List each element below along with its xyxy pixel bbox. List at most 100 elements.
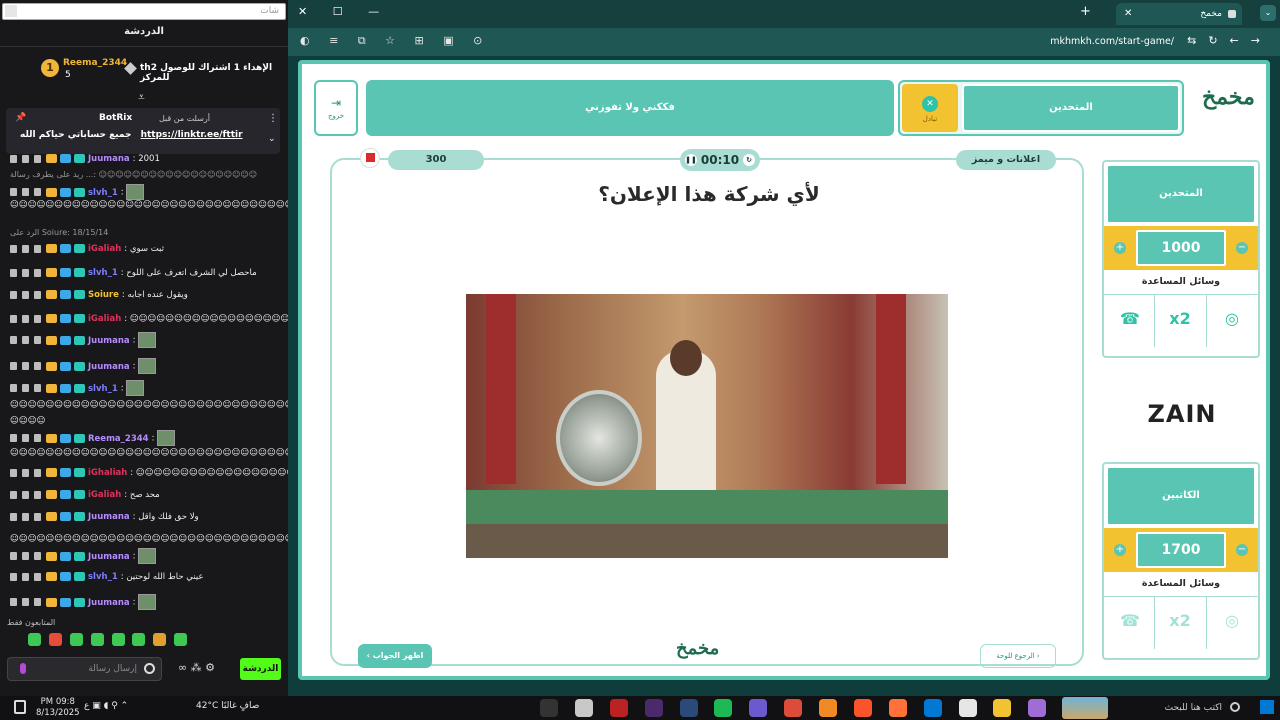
trash-icon[interactable]	[10, 154, 17, 163]
pause-icon[interactable]: ❚❚	[685, 154, 697, 166]
minus-icon[interactable]: −	[1236, 242, 1248, 254]
trash-icon[interactable]	[10, 512, 17, 521]
chat-search-input[interactable]: شات	[2, 3, 286, 20]
clock[interactable]: PM 09:8 8/13/2025	[36, 697, 80, 719]
back-to-board-button[interactable]: الرجوع للوحة ›	[980, 644, 1056, 668]
shield-icon[interactable]	[34, 154, 41, 163]
emote-icon[interactable]	[132, 633, 146, 646]
notification-icon[interactable]	[14, 700, 26, 714]
emote-icon[interactable]	[69, 633, 83, 646]
chat-message[interactable]: slvh_1: عيني حاط الله لوحتين	[10, 572, 282, 582]
double-points-icon[interactable]: x2	[1168, 307, 1192, 331]
timeout-icon[interactable]	[22, 384, 29, 392]
chat-message[interactable]: Juumana:	[10, 594, 282, 610]
pinned-link[interactable]: https://linktr.ee/fttir	[141, 130, 243, 140]
chat-username[interactable]: Juumana	[88, 552, 130, 562]
app-icon[interactable]	[574, 699, 593, 717]
timeout-icon[interactable]	[22, 336, 29, 344]
emote-icon[interactable]	[28, 633, 41, 646]
timeout-icon[interactable]	[22, 434, 29, 442]
chat-message[interactable]: Juumana: 2001	[10, 154, 282, 164]
hype-train-banner[interactable]: 1 Reema_2344 5 th2 الإهداء 1 اشتراك للوص…	[0, 56, 288, 86]
timeout-icon[interactable]	[22, 362, 29, 370]
app-icon[interactable]	[609, 699, 628, 717]
trash-icon[interactable]	[10, 362, 17, 370]
timeout-icon[interactable]	[22, 490, 29, 499]
url-field[interactable]: mkhmkh.com/start-game/	[1050, 36, 1174, 47]
trash-icon[interactable]	[10, 468, 17, 477]
trash-icon[interactable]	[10, 598, 17, 606]
trash-icon[interactable]	[10, 336, 17, 344]
chat-send-button[interactable]: الدردشة	[240, 658, 281, 680]
browser-toolbar[interactable]: ◐ ≡ ⧉ ☆ ⊞ ▣ ⊙	[300, 34, 490, 48]
app-icon[interactable]	[540, 699, 558, 717]
phone-call-icon[interactable]: ☎	[1118, 307, 1142, 331]
chat-message-input[interactable]: إرسال رسالة	[7, 657, 162, 681]
chat-message[interactable]: Juumana: ولا حق فلك واقل	[10, 512, 282, 522]
question-video[interactable]	[466, 294, 948, 558]
double-points-icon[interactable]: x2	[1168, 609, 1192, 633]
chat-username[interactable]: slvh_1	[88, 268, 118, 278]
chat-username[interactable]: Juumana	[88, 598, 130, 608]
hole-icon[interactable]: ◎	[1220, 307, 1244, 331]
system-tray[interactable]: ع ▣ ◖ ⚲ ⌃	[84, 701, 128, 711]
app-icon[interactable]	[679, 699, 698, 717]
chat-username[interactable]: Juumana	[88, 362, 130, 372]
chat-message[interactable]: Reema_2344:	[10, 430, 282, 446]
timeout-icon[interactable]	[22, 314, 29, 323]
timeout-icon[interactable]	[22, 188, 29, 196]
shield-icon[interactable]	[34, 384, 41, 392]
chat-username[interactable]: iGaliah	[88, 244, 121, 254]
chat-message[interactable]: Juumana:	[10, 332, 282, 348]
app-icon[interactable]	[958, 699, 977, 717]
trash-icon[interactable]	[10, 314, 17, 323]
chat-message[interactable]: Juumana:	[10, 548, 282, 564]
chat-message[interactable]: iGaliah: ☺☺☺☺☺☺☺☺☺☺☺☺☺☺☺☺☺☺☺☺☺☺☺☺☺☺	[10, 314, 288, 324]
chat-username[interactable]: Juumana	[88, 512, 130, 522]
shield-icon[interactable]	[34, 362, 41, 370]
shield-icon[interactable]	[34, 268, 41, 277]
close-window-icon[interactable]: ✕	[298, 5, 307, 18]
chat-username[interactable]: Juumana	[88, 154, 130, 164]
show-answer-button[interactable]: ‹ اظهر الجواب	[358, 644, 432, 668]
app-icon[interactable]	[644, 699, 663, 717]
emote-icon[interactable]	[90, 633, 104, 646]
close-tab-icon[interactable]: ✕	[1124, 3, 1132, 25]
maximize-icon[interactable]: ☐	[333, 5, 343, 18]
chat-message[interactable]: slvh_1: ماحصل لي الشرف اتعرف على اللوح	[10, 268, 282, 278]
pinned-message[interactable]: 📌 BotRix أرسلت من قبل ⋮ جميع حساباتي حيا…	[6, 108, 280, 154]
chat-message[interactable]: slvh_1:	[10, 184, 282, 200]
close-icon[interactable]	[5, 5, 17, 17]
app-icon[interactable]	[819, 699, 837, 717]
chat-message[interactable]: Juumana:	[10, 358, 282, 374]
shield-icon[interactable]	[34, 336, 41, 344]
weather-widget[interactable]: 42°C صافٍ غالبًا	[196, 701, 259, 711]
chat-username[interactable]: iGaliah	[88, 490, 121, 500]
shield-icon[interactable]	[34, 244, 41, 253]
timeout-icon[interactable]	[22, 290, 29, 299]
shield-icon[interactable]	[34, 290, 41, 299]
chat-username[interactable]: Soiure	[88, 290, 119, 300]
tab-mkhmkh[interactable]: مخمخ ✕	[1116, 3, 1242, 25]
plus-icon[interactable]: +	[1114, 242, 1126, 254]
minimize-icon[interactable]: —	[368, 5, 379, 18]
taskbar-search[interactable]: اكتب هنا للبحث	[1064, 698, 1244, 718]
exit-button[interactable]: ⇥ خروج	[314, 80, 358, 136]
new-tab-icon[interactable]: +	[1080, 4, 1091, 19]
chat-username[interactable]: slvh_1	[88, 188, 118, 198]
reset-icon[interactable]: ↻	[743, 154, 755, 166]
emote-icon[interactable]	[153, 633, 167, 646]
microphone-icon[interactable]	[20, 663, 26, 674]
emote-icon[interactable]	[174, 633, 188, 646]
trash-icon[interactable]	[10, 552, 17, 560]
start-icon[interactable]	[1260, 700, 1274, 714]
chevron-down-icon[interactable]: ⌄	[268, 134, 276, 144]
timeout-icon[interactable]	[22, 572, 29, 581]
folder-icon[interactable]	[993, 699, 1012, 717]
swap-turn-button[interactable]: ✕ تبادل	[902, 84, 958, 132]
spotify-icon[interactable]	[714, 699, 733, 717]
trash-icon[interactable]	[10, 244, 17, 253]
trash-icon[interactable]	[10, 434, 17, 442]
minus-icon[interactable]: −	[1236, 544, 1248, 556]
timeout-icon[interactable]	[22, 154, 29, 163]
